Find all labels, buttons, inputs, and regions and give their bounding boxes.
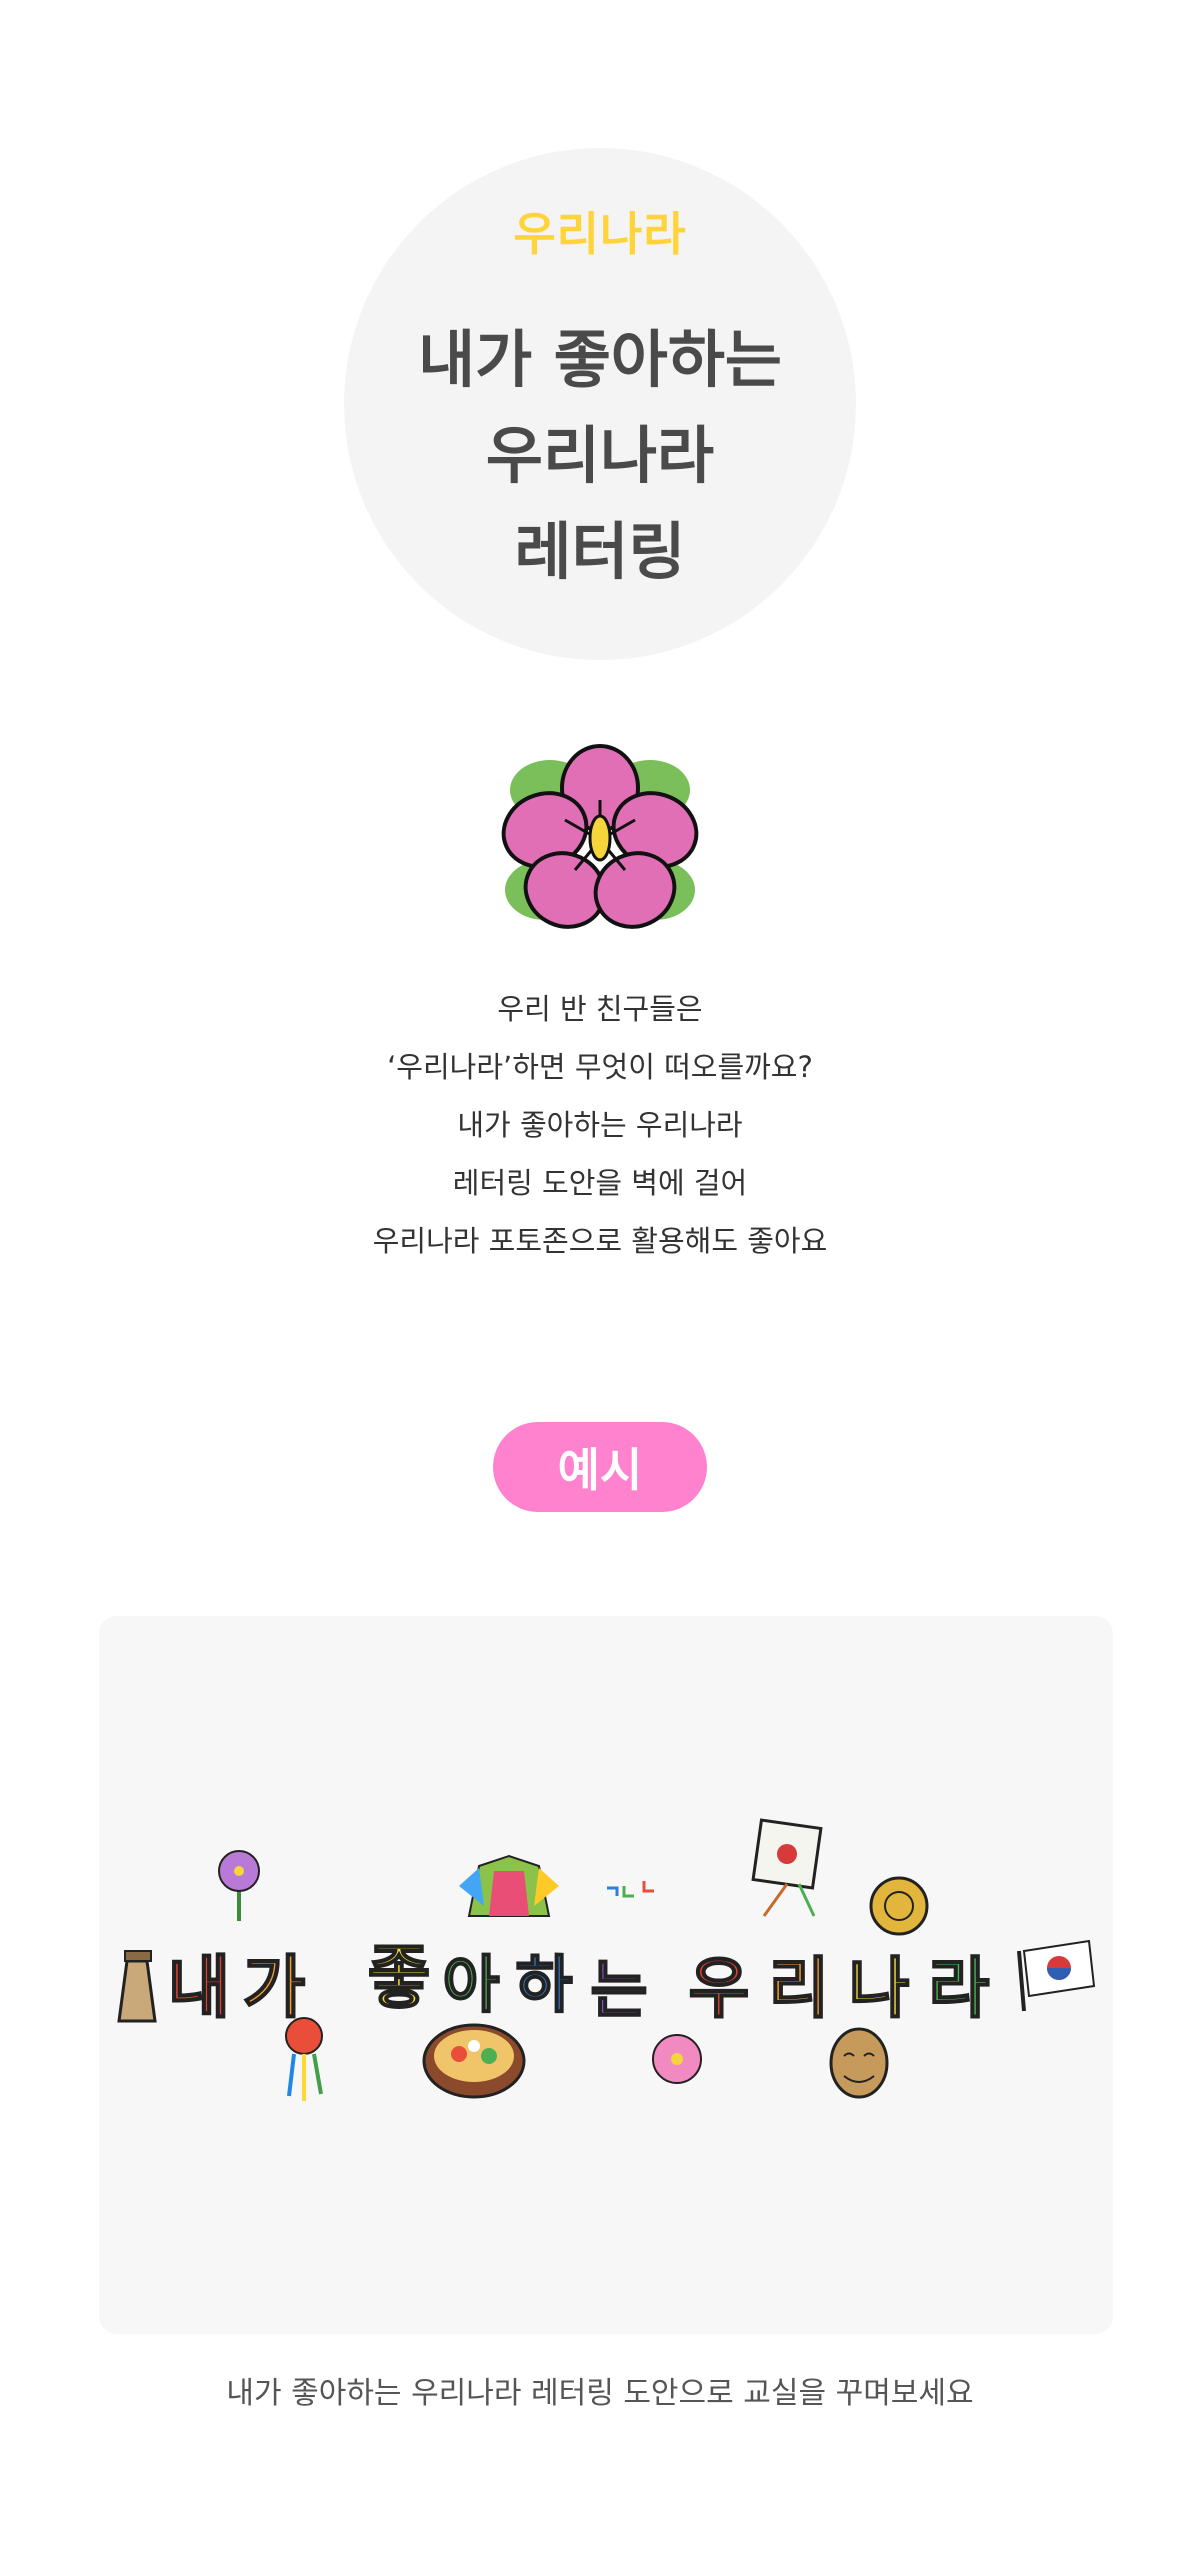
page-title: 내가 좋아하는 우리나라 레터링 [0, 312, 1200, 600]
hero-subtitle: 우리나라 [513, 207, 687, 261]
mugunghwa-small-icon [652, 2034, 702, 2084]
lettering-char: 가 [243, 1949, 306, 2028]
kite-icon [751, 1818, 823, 1917]
intro-line: 우리나라 포토존으로 활용해도 좋아요 [372, 1224, 828, 1258]
flower-icon [218, 1850, 260, 1921]
page-title-line: 우리나라 [485, 419, 715, 492]
lettering-char: 내 [168, 1949, 231, 2028]
lettering-char: 나 [849, 1950, 910, 2027]
lettering-char: 아 [442, 1948, 499, 2021]
intro-text: 우리 반 친구들은 ‘우리나라’하면 무엇이 떠오를까요? 내가 좋아하는 우리… [0, 980, 1200, 1270]
page-title-line: 내가 좋아하는 [418, 323, 782, 396]
norigae-icon [285, 2017, 323, 2101]
cheomseongdae-icon [117, 1950, 157, 2023]
example-badge: 예시 [493, 1422, 707, 1512]
intro-line: 우리 반 친구들은 [497, 992, 703, 1026]
lettering-char: 는 [590, 1953, 647, 2026]
lettering-char: 우 [689, 1950, 750, 2027]
lettering-char: 리 [769, 1950, 830, 2027]
intro-line: ‘우리나라’하면 무엇이 떠오를까요? [387, 1050, 813, 1084]
page-title-line: 레터링 [514, 515, 686, 588]
example-panel: 내가좋아하는우리나라 [99, 1616, 1113, 2334]
bibimbap-icon [422, 2023, 526, 2099]
hahoe-mask-icon [829, 2027, 889, 2099]
lettering-illustration: 내가좋아하는우리나라 [117, 1818, 1096, 2101]
mugunghwa-flower-icon [501, 744, 699, 929]
lettering-char: 라 [929, 1950, 990, 2027]
lettering-char: 좋 [368, 1939, 431, 2018]
coin-icon [869, 1876, 929, 1936]
hanbok-icon [459, 1854, 559, 1917]
intro-line: 레터링 도안을 벽에 걸어 [452, 1166, 748, 1200]
taegukgi-flag-icon [1017, 1939, 1096, 2012]
lettering-char: 하 [515, 1948, 572, 2021]
intro-line: 내가 좋아하는 우리나라 [457, 1108, 743, 1142]
caption: 내가 좋아하는 우리나라 레터링 도안으로 교실을 꾸며보세요 [226, 2376, 974, 2411]
doodle-text-icon [607, 1881, 654, 1898]
